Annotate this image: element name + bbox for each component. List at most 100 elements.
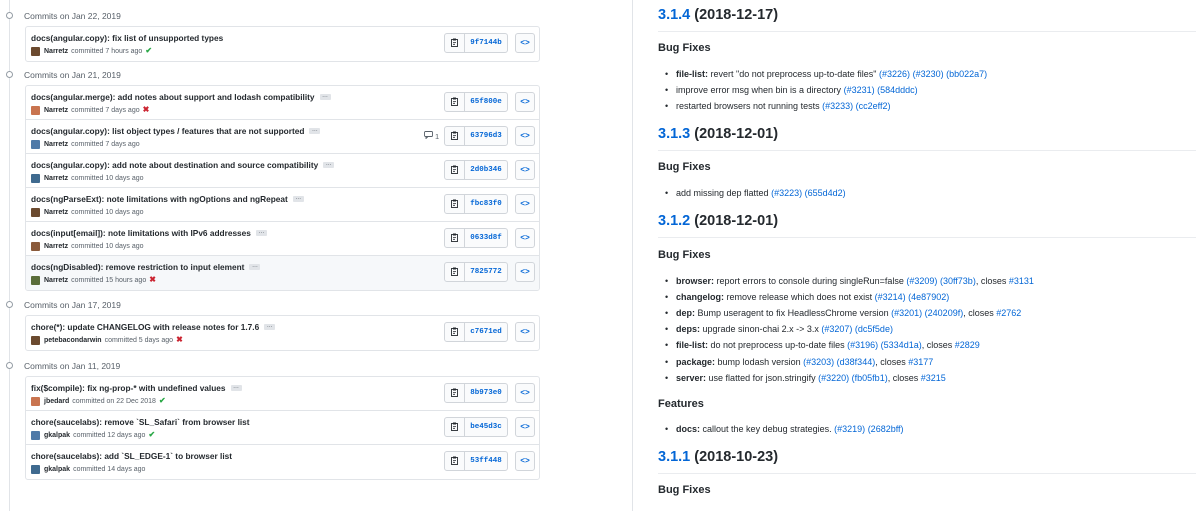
item-ref-link[interactable]: (655d4d2) — [805, 188, 846, 198]
commit-title-link[interactable]: docs(angular.copy): fix list of unsuppor… — [31, 32, 223, 44]
closes-issue-link[interactable]: #3215 — [921, 373, 946, 383]
commit-title-link[interactable]: docs(input[email]): note limitations wit… — [31, 227, 251, 239]
avatar[interactable] — [31, 396, 40, 406]
copy-sha-button[interactable] — [445, 452, 465, 470]
item-ref-link[interactable]: (#3231) — [844, 85, 875, 95]
commit-author[interactable]: Narretz — [44, 107, 68, 114]
item-ref-link[interactable]: (2682bff) — [868, 424, 904, 434]
code-icon[interactable]: <> — [515, 92, 535, 112]
item-ref-link[interactable]: (#3201) — [891, 308, 922, 318]
x-icon[interactable]: ✖ — [176, 336, 183, 344]
copy-sha-button[interactable] — [445, 93, 465, 111]
commit-sha-link[interactable]: 7825772 — [465, 263, 507, 281]
code-icon[interactable]: <> — [515, 322, 535, 342]
item-ref-link[interactable]: (30ff73b) — [940, 276, 976, 286]
item-ref-link[interactable]: (dc5f5de) — [855, 324, 893, 334]
code-icon[interactable]: <> — [515, 417, 535, 437]
copy-sha-button[interactable] — [445, 384, 465, 402]
avatar[interactable] — [31, 430, 40, 440]
commit-sha-link[interactable]: c7671ed — [465, 323, 507, 341]
avatar[interactable] — [31, 464, 40, 474]
commit-author[interactable]: gkalpak — [44, 466, 70, 473]
commit-sha-link[interactable]: 8b973e0 — [465, 384, 507, 402]
item-ref-link[interactable]: (fb05fb1) — [852, 373, 888, 383]
commit-title-link[interactable]: fix($compile): fix ng-prop-* with undefi… — [31, 382, 226, 394]
commit-sha-link[interactable]: 63796d3 — [465, 127, 507, 145]
commit-sha-link[interactable]: be45d3c — [465, 418, 507, 436]
commit-author[interactable]: Narretz — [44, 209, 68, 216]
commit-title-link[interactable]: docs(ngParseExt): note limitations with … — [31, 193, 288, 205]
check-icon[interactable]: ✔ — [159, 397, 166, 405]
code-icon[interactable]: <> — [515, 383, 535, 403]
item-ref-link[interactable]: (584dddc) — [877, 85, 918, 95]
copy-sha-button[interactable] — [445, 195, 465, 213]
x-icon[interactable]: ✖ — [143, 106, 150, 114]
closes-issue-link[interactable]: #3131 — [1009, 276, 1034, 286]
item-ref-link[interactable]: (#3230) — [913, 69, 944, 79]
commit-sha-link[interactable]: 9f7144b — [465, 34, 507, 52]
item-ref-link[interactable]: (#3220) — [818, 373, 849, 383]
commit-title-link[interactable]: docs(angular.copy): add note about desti… — [31, 159, 318, 171]
release-version-link[interactable]: 3.1.2 — [658, 213, 690, 229]
copy-sha-button[interactable] — [445, 34, 465, 52]
avatar[interactable] — [31, 46, 40, 56]
expand-message-button[interactable]: … — [319, 93, 331, 100]
code-icon[interactable]: <> — [515, 451, 535, 471]
check-icon[interactable]: ✔ — [145, 47, 152, 55]
item-ref-link[interactable]: (bb022a7) — [946, 69, 987, 79]
commit-sha-link[interactable]: 65f800e — [465, 93, 507, 111]
expand-message-button[interactable]: … — [264, 323, 276, 330]
item-ref-link[interactable]: (#3209) — [906, 276, 937, 286]
commit-author[interactable]: petebacondarwin — [44, 337, 102, 344]
code-icon[interactable]: <> — [515, 33, 535, 53]
x-icon[interactable]: ✖ — [149, 276, 156, 284]
release-version-link[interactable]: 3.1.4 — [658, 7, 690, 23]
item-ref-link[interactable]: (5334d1a) — [881, 340, 922, 350]
item-ref-link[interactable]: (cc2eff2) — [856, 101, 891, 111]
commit-author[interactable]: gkalpak — [44, 432, 70, 439]
avatar[interactable] — [31, 173, 40, 183]
closes-issue-link[interactable]: #2829 — [955, 340, 980, 350]
expand-message-button[interactable]: … — [309, 127, 321, 134]
copy-sha-button[interactable] — [445, 323, 465, 341]
copy-sha-button[interactable] — [445, 418, 465, 436]
item-ref-link[interactable]: (#3219) — [834, 424, 865, 434]
commit-sha-link[interactable]: 53ff448 — [465, 452, 507, 470]
code-icon[interactable]: <> — [515, 262, 535, 282]
commit-sha-link[interactable]: 0633d8f — [465, 229, 507, 247]
code-icon[interactable]: <> — [515, 160, 535, 180]
closes-issue-link[interactable]: #3177 — [908, 357, 933, 367]
release-version-link[interactable]: 3.1.3 — [658, 126, 690, 142]
commit-author[interactable]: Narretz — [44, 243, 68, 250]
expand-message-button[interactable]: … — [323, 161, 335, 168]
commit-sha-link[interactable]: fbc83f0 — [465, 195, 507, 213]
code-icon[interactable]: <> — [515, 194, 535, 214]
commit-title-link[interactable]: chore(saucelabs): remove `SL_Safari` fro… — [31, 416, 250, 428]
commit-title-link[interactable]: docs(angular.merge): add notes about sup… — [31, 91, 315, 103]
expand-message-button[interactable]: … — [292, 195, 304, 202]
copy-sha-button[interactable] — [445, 127, 465, 145]
item-ref-link[interactable]: (d38f344) — [837, 357, 876, 367]
commit-author[interactable]: Narretz — [44, 175, 68, 182]
item-ref-link[interactable]: (#3223) — [771, 188, 802, 198]
item-ref-link[interactable]: (#3207) — [821, 324, 852, 334]
copy-sha-button[interactable] — [445, 229, 465, 247]
item-ref-link[interactable]: (#3214) — [875, 292, 906, 302]
code-icon[interactable]: <> — [515, 126, 535, 146]
commit-title-link[interactable]: docs(ngDisabled): remove restriction to … — [31, 261, 244, 273]
commit-sha-link[interactable]: 2d0b346 — [465, 161, 507, 179]
code-icon[interactable]: <> — [515, 228, 535, 248]
avatar[interactable] — [31, 335, 40, 345]
item-ref-link[interactable]: (#3233) — [822, 101, 853, 111]
avatar[interactable] — [31, 207, 40, 217]
commit-author[interactable]: jbedard — [44, 398, 69, 405]
item-ref-link[interactable]: (4e87902) — [908, 292, 949, 302]
avatar[interactable] — [31, 105, 40, 115]
avatar[interactable] — [31, 275, 40, 285]
item-ref-link[interactable]: (#3196) — [847, 340, 878, 350]
item-ref-link[interactable]: (240209f) — [925, 308, 964, 318]
commit-author[interactable]: Narretz — [44, 141, 68, 148]
expand-message-button[interactable]: … — [255, 229, 267, 236]
commit-author[interactable]: Narretz — [44, 277, 68, 284]
comment-count[interactable]: 1 — [424, 131, 439, 141]
